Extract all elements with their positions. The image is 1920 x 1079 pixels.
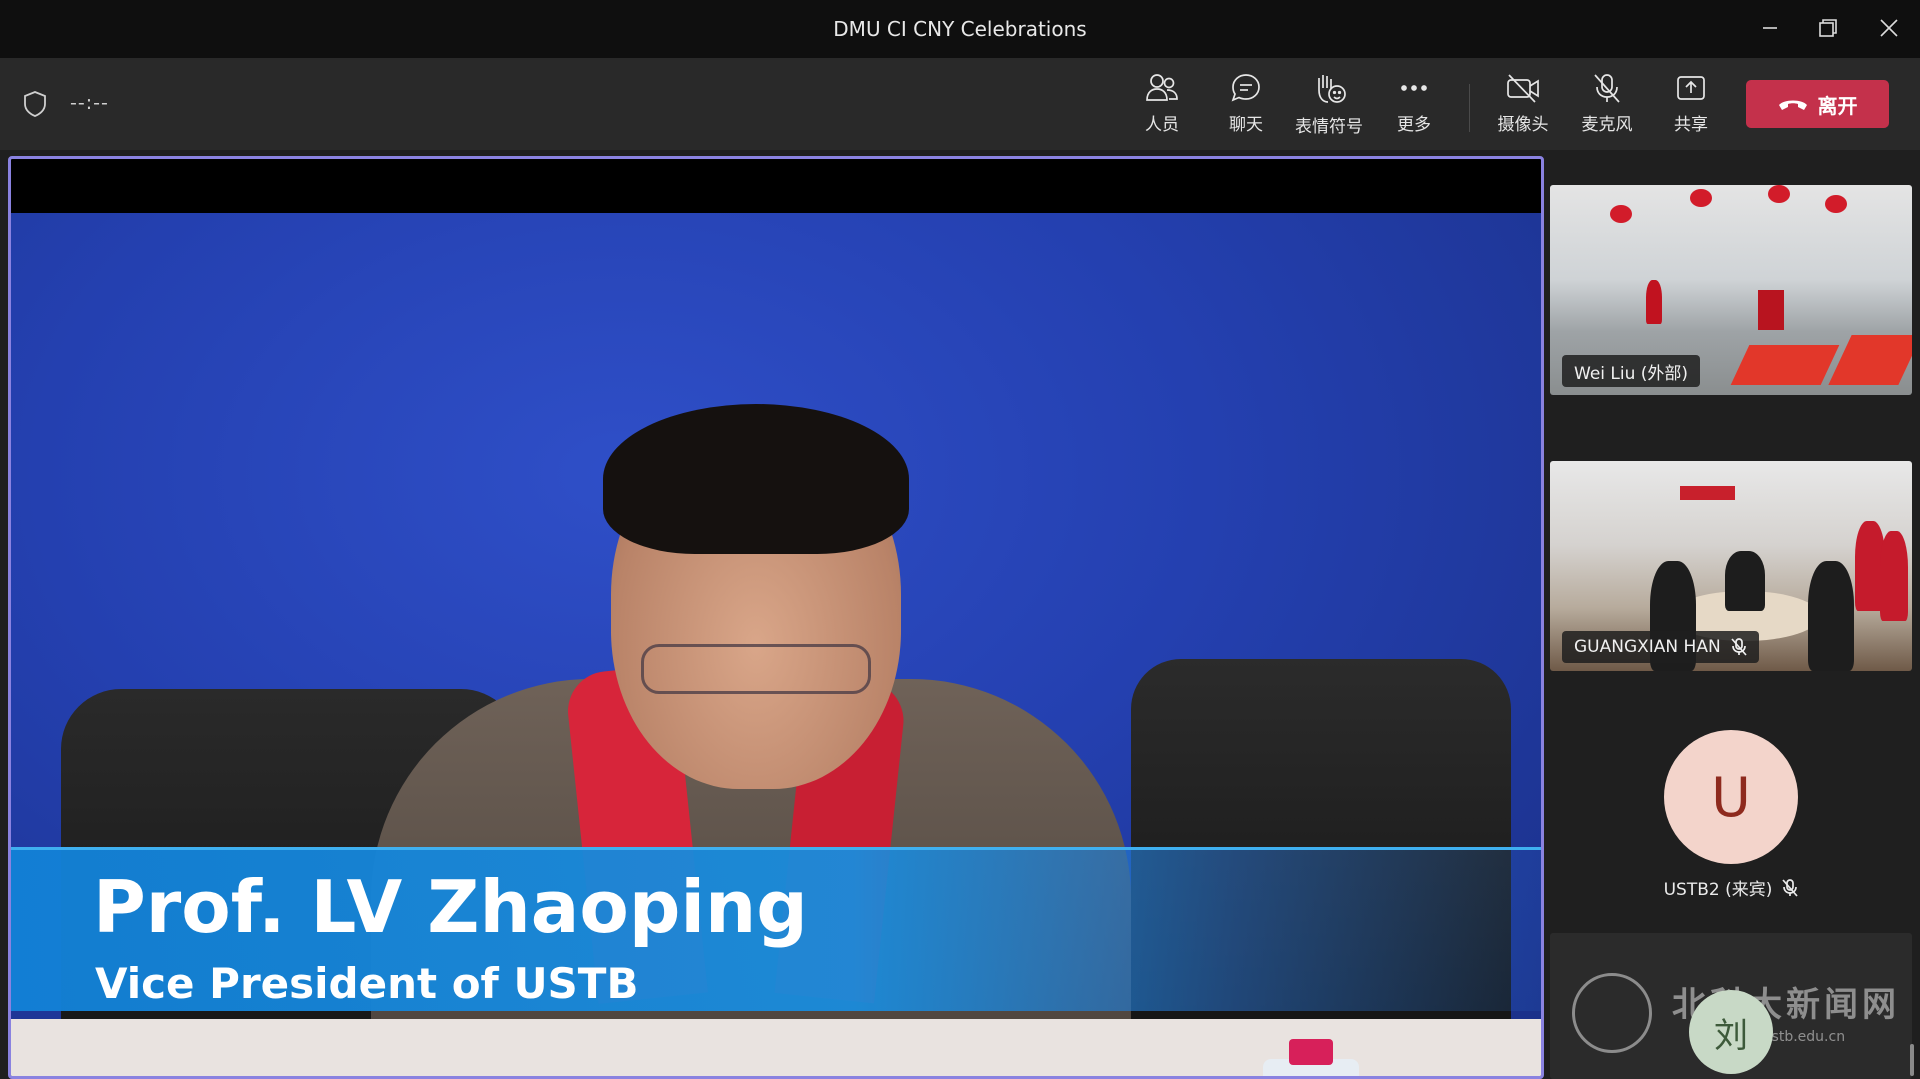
participant-name-tag: Wei Liu (外部) [1562, 355, 1701, 387]
restore-icon [1819, 19, 1837, 37]
participant-name-tag: GUANGXIAN HAN [1562, 631, 1759, 663]
meeting-timer: --:-- [70, 92, 109, 114]
speaker-hair [603, 404, 909, 554]
lantern [1690, 189, 1712, 207]
share-label: 共享 [1674, 115, 1708, 135]
minimize-icon [1763, 27, 1777, 29]
lantern [1610, 205, 1632, 223]
restore-button[interactable] [1808, 10, 1848, 46]
person [1808, 561, 1854, 671]
red-banner [1680, 486, 1735, 500]
toolbar-divider [1469, 84, 1470, 132]
share-icon [1677, 76, 1705, 100]
more-label: 更多 [1397, 115, 1431, 135]
shield-icon[interactable] [22, 90, 48, 122]
participant-name: Wei Liu (外部) [1574, 363, 1689, 384]
person [1646, 280, 1662, 324]
participant-tile-wei-liu[interactable]: Wei Liu (外部) [1550, 185, 1912, 395]
speaker-name: Prof. LV Zhaoping [93, 865, 808, 949]
mic-muted-icon [1731, 638, 1747, 656]
hang-up-icon [1778, 100, 1807, 110]
university-seal-icon [1572, 973, 1652, 1053]
chat-button[interactable]: 聊天 [1207, 72, 1285, 138]
mic-muted-icon [1782, 878, 1799, 897]
lantern [1825, 195, 1847, 213]
person [1725, 551, 1765, 611]
red-carpet [1828, 335, 1912, 385]
participant-tile-ustb2[interactable]: U USTB2 (来宾) [1550, 723, 1912, 923]
title-bar: DMU CI CNY Celebrations [0, 0, 1920, 58]
participant-name: GUANGXIAN HAN [1574, 637, 1721, 657]
participant-tile-liu[interactable]: 北科大新闻网 news.ustb.edu.cn 刘 [1550, 933, 1912, 1079]
raise-hand-icon [1318, 75, 1346, 103]
avatar: U [1664, 730, 1798, 864]
mic-button[interactable]: 麦克风 [1568, 72, 1646, 138]
chat-icon [1231, 74, 1260, 102]
people-icon [1146, 74, 1178, 101]
camera-off-icon [1507, 74, 1539, 103]
mic-off-icon [1594, 74, 1620, 103]
avatar: 刘 [1689, 990, 1773, 1074]
participant-name: USTB2 (来宾) [1663, 880, 1773, 900]
speaker-glasses [641, 644, 871, 694]
participant-tile-guangxian-han[interactable]: GUANGXIAN HAN [1550, 461, 1912, 671]
minimize-button[interactable] [1750, 10, 1790, 46]
close-icon [1880, 19, 1898, 37]
close-button[interactable] [1869, 10, 1909, 46]
camera-label: 摄像头 [1497, 115, 1549, 135]
people-button[interactable]: 人员 [1123, 72, 1201, 138]
reactions-label: 表情符号 [1295, 117, 1363, 137]
camera-button[interactable]: 摄像头 [1484, 72, 1562, 138]
meeting-toolbar: --:-- 人员 聊天 表情符号 更多 摄像头 麦克风 共享 离开 [0, 58, 1920, 150]
share-button[interactable]: 共享 [1652, 72, 1730, 138]
participant-name-row: USTB2 (来宾) [1550, 875, 1912, 900]
leave-button[interactable]: 离开 [1746, 80, 1889, 128]
person [1880, 531, 1908, 621]
red-carpet [1730, 345, 1840, 385]
leave-label: 离开 [1817, 93, 1858, 118]
speaker-title: Vice President of USTB [95, 959, 639, 1008]
chat-label: 聊天 [1229, 115, 1263, 135]
more-button[interactable]: 更多 [1375, 72, 1453, 138]
water-bottle-cap [1289, 1039, 1333, 1065]
window-title: DMU CI CNY Celebrations [833, 17, 1087, 41]
red-podium [1758, 290, 1784, 330]
lantern [1768, 185, 1790, 203]
people-label: 人员 [1145, 115, 1179, 135]
mic-label: 麦克风 [1581, 115, 1633, 135]
main-video-stage[interactable]: Prof. LV Zhaoping Vice President of USTB [8, 156, 1544, 1079]
reactions-button[interactable]: 表情符号 [1290, 72, 1368, 138]
more-icon [1401, 85, 1427, 91]
participant-panel-scrollbar[interactable] [1910, 1044, 1914, 1076]
